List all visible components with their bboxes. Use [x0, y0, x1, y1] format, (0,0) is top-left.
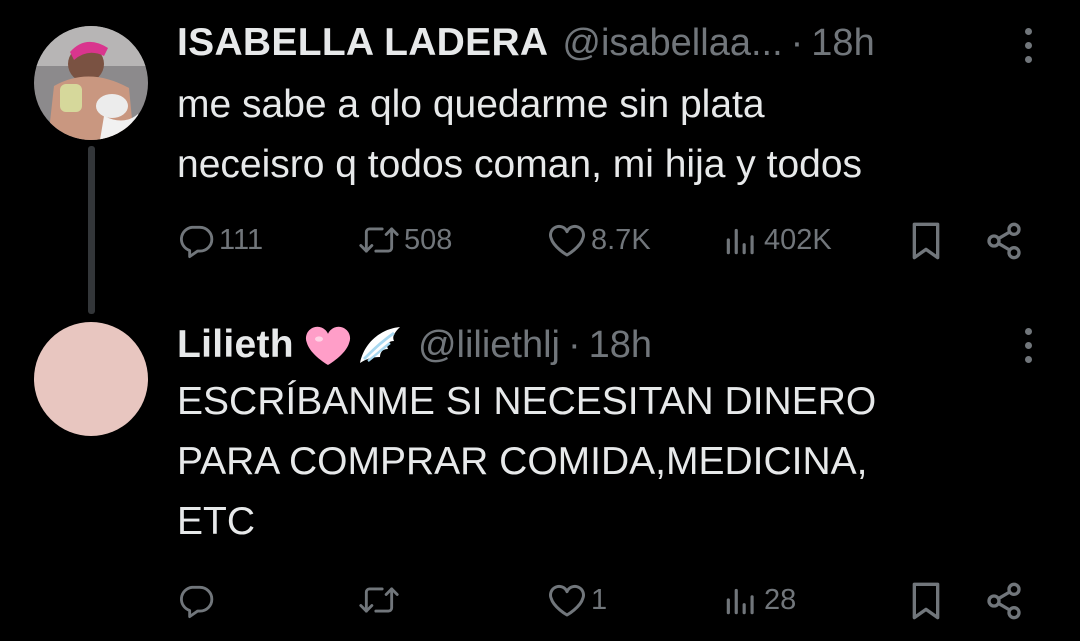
repost-count: 508 [404, 223, 453, 256]
bookmark-button[interactable] [908, 581, 944, 621]
timestamp[interactable]: 18h [589, 324, 652, 367]
more-icon[interactable] [1022, 326, 1034, 366]
tweet-text-line: ESCRÍBANME SI NECESITAN DINERO [177, 380, 877, 423]
like-button[interactable]: 1 [547, 581, 607, 619]
share-button[interactable] [984, 581, 1024, 621]
pink-heart-emoji [304, 323, 352, 367]
like-count: 1 [591, 583, 608, 616]
tweet-text-line: PARA COMPRAR COMIDA,MEDICINA, [177, 440, 868, 483]
display-name[interactable]: ISABELLA LADERA [177, 21, 548, 65]
tweet-isabella[interactable]: ISABELLA LADERA @isabellaa... · 18h me s… [0, 0, 1080, 314]
share-icon [984, 221, 1024, 261]
avatar[interactable] [34, 26, 148, 140]
reply-count: 111 [219, 223, 264, 256]
tweet-text: ESCRÍBANME SI NECESITAN DINERO PARA COMP… [177, 372, 876, 552]
views-count: 402K [764, 223, 832, 256]
display-name[interactable]: Lilieth [177, 323, 294, 367]
bookmark-icon [908, 221, 944, 261]
avatar-photo [34, 26, 148, 140]
views-count: 28 [764, 583, 797, 616]
repost-icon [358, 221, 400, 259]
more-icon[interactable] [1022, 26, 1034, 66]
tweet-text-line: neceisro q todos coman, mi hija y todos [177, 143, 863, 186]
separator-dot: · [790, 21, 804, 64]
username[interactable]: @isabellaa... [562, 22, 782, 65]
views-button[interactable]: 402K [722, 221, 832, 259]
separator-dot: · [568, 323, 581, 366]
tweet-header: Lilieth @liliethlj · 18h [177, 320, 652, 370]
tweet-header: ISABELLA LADERA @isabellaa... · 18h [177, 18, 875, 68]
repost-icon [358, 581, 400, 619]
share-icon [984, 581, 1024, 621]
tweet-text-line: ETC [177, 500, 255, 543]
like-count: 8.7K [591, 223, 651, 256]
repost-button[interactable] [358, 581, 404, 619]
reply-button[interactable] [177, 581, 219, 619]
thread-line [88, 146, 95, 314]
bookmark-icon [908, 581, 944, 621]
tweet-text-line: me sabe a qlo quedarme sin plata [177, 83, 765, 126]
repost-button[interactable]: 508 [358, 221, 452, 259]
views-icon [722, 581, 760, 619]
reply-icon [177, 221, 215, 259]
wing-emoji [356, 323, 404, 367]
tweet-text: me sabe a qlo quedarme sin plata neceisr… [177, 75, 862, 195]
like-icon [547, 581, 587, 619]
like-icon [547, 221, 587, 259]
like-button[interactable]: 8.7K [547, 221, 651, 259]
tweet-lilieth[interactable]: Lilieth @liliethlj · 18h ESCRÍBANME SI N… [0, 300, 1080, 641]
avatar[interactable] [34, 322, 148, 436]
timestamp[interactable]: 18h [811, 22, 874, 65]
bookmark-button[interactable] [908, 221, 944, 261]
views-button[interactable]: 28 [722, 581, 796, 619]
username[interactable]: @liliethlj [418, 324, 560, 367]
share-button[interactable] [984, 221, 1024, 261]
views-icon [722, 221, 760, 259]
reply-icon [177, 581, 215, 619]
reply-button[interactable]: 111 [177, 221, 263, 259]
